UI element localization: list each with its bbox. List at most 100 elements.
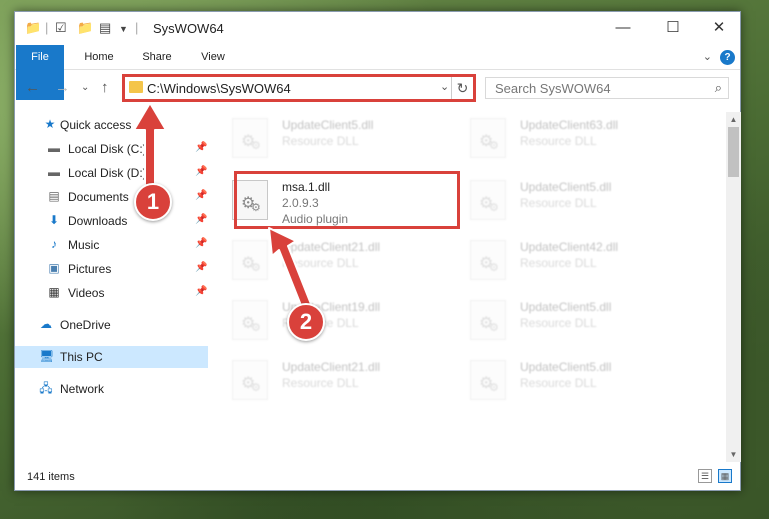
maximize-button[interactable]: ☐ bbox=[661, 17, 685, 39]
properties-icon[interactable]: ☑ bbox=[55, 20, 67, 36]
sidebar-item-label: Network bbox=[60, 382, 105, 396]
file-item[interactable]: ⚙ ⚙ UpdateClient63.dll Resource DLL bbox=[458, 112, 678, 167]
vertical-scrollbar[interactable]: ▲ ▼ bbox=[726, 112, 741, 462]
sidebar-item-downloads[interactable]: ⬇ Downloads 📌 bbox=[15, 210, 208, 232]
search-placeholder: Search SysWOW64 bbox=[495, 81, 611, 96]
refresh-button[interactable]: ↻ bbox=[451, 77, 473, 99]
new-folder-icon[interactable]: 📁 bbox=[77, 20, 93, 36]
sidebar-item-quick-access[interactable]: ★ Quick access bbox=[15, 114, 208, 136]
status-bar: 141 items ☰ ▦ bbox=[15, 464, 740, 490]
tiles-view-icon[interactable]: ▦ bbox=[718, 469, 732, 483]
address-bar[interactable]: C:\Windows\SysWOW64 ⌄ ↻ bbox=[122, 74, 476, 102]
file-type: Resource DLL bbox=[520, 316, 597, 330]
file-name: UpdateClient5.dll bbox=[520, 300, 612, 314]
sidebar-item-documents[interactable]: ▤ Documents 📌 bbox=[15, 186, 208, 208]
scroll-thumb[interactable] bbox=[728, 127, 739, 177]
file-name: UpdateClient21.dll bbox=[282, 360, 381, 374]
chevron-down-icon[interactable]: ▼ bbox=[119, 24, 128, 34]
file-name: UpdateClient63.dll bbox=[520, 118, 619, 132]
file-name: UpdateClient5.dll bbox=[282, 118, 374, 132]
file-type: Resource DLL bbox=[520, 196, 597, 210]
pin-icon[interactable]: 📌 bbox=[195, 286, 207, 297]
pin-icon[interactable]: 📌 bbox=[195, 190, 207, 201]
pin-icon[interactable]: 📌 bbox=[195, 238, 207, 249]
sidebar-item-label: Quick access bbox=[60, 118, 132, 132]
documents-icon: ▤ bbox=[48, 189, 60, 203]
file-item[interactable]: ⚙ ⚙ UpdateClient5.dll Resource DLL bbox=[220, 112, 440, 167]
up-button[interactable]: ↑ bbox=[101, 79, 109, 96]
sidebar-item-label: Videos bbox=[68, 286, 105, 300]
music-icon: ♪ bbox=[51, 237, 57, 251]
file-name: UpdateClient5.dll bbox=[520, 180, 612, 194]
dll-file-icon: ⚙ ⚙ bbox=[470, 240, 506, 280]
close-button[interactable]: ✕ bbox=[707, 17, 731, 39]
forward-button[interactable]: → bbox=[55, 79, 70, 96]
sidebar-item-label: Downloads bbox=[68, 214, 128, 228]
folder-icon bbox=[129, 81, 143, 93]
sidebar-item-pictures[interactable]: ▣ Pictures 📌 bbox=[15, 258, 208, 280]
pin-icon[interactable]: 📌 bbox=[195, 166, 207, 177]
file-highlight-box bbox=[234, 171, 460, 229]
file-name: UpdateClient42.dll bbox=[520, 240, 619, 254]
sidebar-item-local-disk-d[interactable]: ▬ Local Disk (D:) 📌 bbox=[15, 162, 208, 184]
file-type: Resource DLL bbox=[520, 376, 597, 390]
download-icon: ⬇ bbox=[48, 213, 60, 227]
expand-ribbon-icon[interactable]: ⌄ bbox=[703, 50, 712, 63]
ribbon-tabs: File Home Share View ⌄ ? bbox=[15, 45, 740, 100]
pin-icon[interactable]: 📌 bbox=[195, 142, 207, 153]
step-2-badge: 2 bbox=[287, 303, 325, 341]
star-icon: ★ bbox=[44, 117, 56, 131]
help-icon[interactable]: ? bbox=[720, 50, 735, 65]
dll-file-icon: ⚙ ⚙ bbox=[470, 360, 506, 400]
minimize-button[interactable]: — bbox=[611, 17, 635, 39]
file-item[interactable]: ⚙ ⚙ UpdateClient5.dll Resource DLL bbox=[458, 294, 678, 349]
file-item[interactable]: ⚙⚙ UpdateClient19.dll Resource DLL bbox=[220, 294, 440, 349]
dll-file-icon: ⚙ ⚙ bbox=[232, 360, 268, 400]
search-icon[interactable]: ⌕ bbox=[715, 80, 722, 96]
back-button[interactable]: ← bbox=[25, 79, 40, 96]
scroll-down-icon[interactable]: ▼ bbox=[726, 447, 741, 462]
sidebar-item-label: OneDrive bbox=[60, 318, 111, 332]
file-type: Resource DLL bbox=[520, 256, 597, 270]
title-bar: 📁 | ☑ 📁 ▤ ▼ | SysWOW64 — ☐ ✕ bbox=[15, 12, 740, 45]
tab-view[interactable]: View bbox=[193, 45, 233, 70]
dll-file-icon: ⚙ ⚙ bbox=[232, 118, 268, 158]
customize-toolbar-icon[interactable]: ▤ bbox=[99, 20, 111, 36]
explorer-window: 📁 | ☑ 📁 ▤ ▼ | SysWOW64 — ☐ ✕ File Home S… bbox=[14, 11, 741, 491]
file-item[interactable]: ⚙ ⚙ UpdateClient21.dll Resource DLL bbox=[220, 234, 440, 289]
file-item[interactable]: ⚙ ⚙ UpdateClient5.dll Resource DLL bbox=[458, 174, 678, 229]
sidebar-item-music[interactable]: ♪ Music 📌 bbox=[15, 234, 208, 256]
file-type: Resource DLL bbox=[520, 134, 597, 148]
videos-icon: ▦ bbox=[48, 285, 60, 299]
address-path: C:\Windows\SysWOW64 bbox=[147, 81, 291, 96]
dll-file-icon: ⚙ ⚙ bbox=[470, 300, 506, 340]
sidebar-item-label: Documents bbox=[68, 190, 129, 204]
pictures-icon: ▣ bbox=[48, 261, 60, 275]
details-view-icon[interactable]: ☰ bbox=[698, 469, 712, 483]
step-1-badge: 1 bbox=[134, 183, 172, 221]
folder-icon: 📁 bbox=[25, 20, 42, 35]
pin-icon[interactable]: 📌 bbox=[195, 214, 207, 225]
sidebar-item-network[interactable]: 🖧 Network bbox=[15, 378, 208, 400]
sidebar-item-label: Local Disk (D:) bbox=[68, 166, 147, 180]
file-type: Resource DLL bbox=[282, 256, 359, 270]
sidebar-item-onedrive[interactable]: ☁ OneDrive bbox=[15, 314, 208, 336]
file-type: Resource DLL bbox=[282, 376, 359, 390]
sidebar-item-this-pc[interactable]: 🖥 This PC bbox=[15, 346, 208, 368]
sidebar-item-local-disk-c[interactable]: ▬ Local Disk (C:) 📌 bbox=[15, 138, 208, 160]
tab-home[interactable]: Home bbox=[77, 45, 121, 70]
file-item[interactable]: ⚙ ⚙ UpdateClient21.dll Resource DLL bbox=[220, 354, 440, 409]
file-item[interactable]: ⚙ ⚙ UpdateClient42.dll Resource DLL bbox=[458, 234, 678, 289]
pin-icon[interactable]: 📌 bbox=[195, 262, 207, 273]
file-item[interactable]: ⚙ ⚙ UpdateClient5.dll Resource DLL bbox=[458, 354, 678, 409]
file-type: Resource DLL bbox=[282, 134, 359, 148]
scroll-up-icon[interactable]: ▲ bbox=[726, 112, 741, 127]
item-count: 141 items bbox=[27, 471, 75, 483]
search-input[interactable]: Search SysWOW64 ⌕ bbox=[485, 77, 729, 99]
sidebar-item-videos[interactable]: ▦ Videos 📌 bbox=[15, 282, 208, 304]
tab-share[interactable]: Share bbox=[135, 45, 179, 70]
cloud-icon: ☁ bbox=[40, 317, 52, 331]
network-icon: 🖧 bbox=[39, 381, 53, 395]
recent-locations-button[interactable]: ⌄ bbox=[81, 82, 89, 93]
chevron-down-icon[interactable]: ⌄ bbox=[440, 80, 449, 93]
